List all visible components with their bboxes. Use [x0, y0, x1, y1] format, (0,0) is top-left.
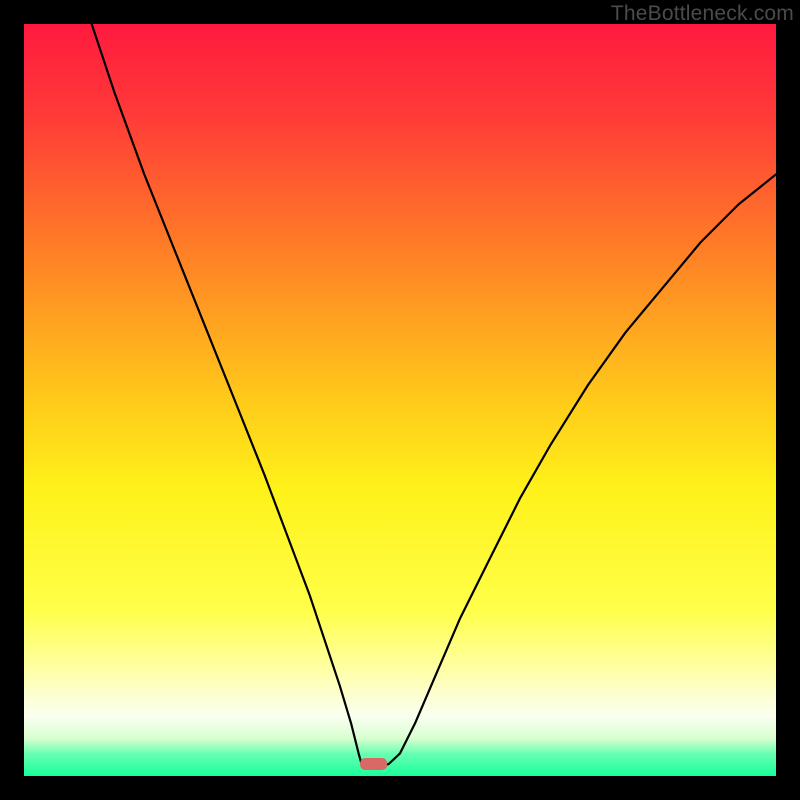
- chart-background: [24, 24, 776, 776]
- chart-plot-area: [24, 24, 776, 776]
- optimal-marker: [360, 758, 387, 770]
- watermark-text: TheBottleneck.com: [611, 2, 794, 26]
- chart-frame: TheBottleneck.com: [0, 0, 800, 800]
- chart-svg: [24, 24, 776, 776]
